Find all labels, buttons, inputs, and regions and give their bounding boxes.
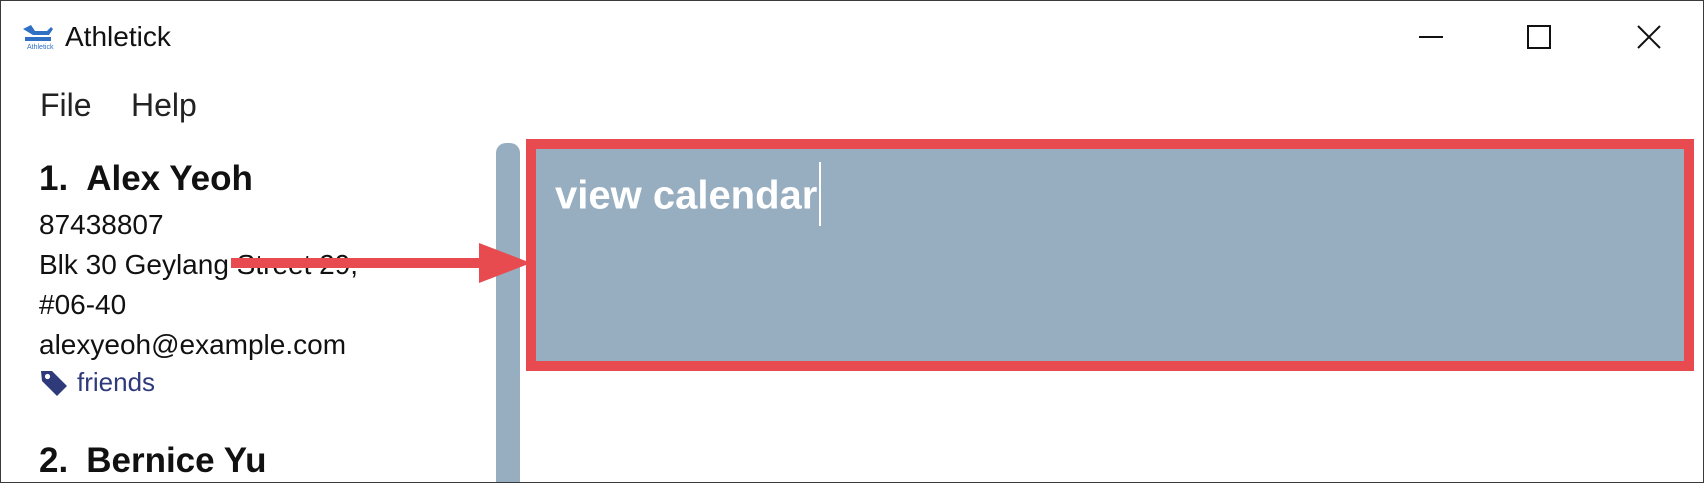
app-window: Athletick Athletick File Help 1. Alex Ye… <box>0 0 1704 483</box>
person-card[interactable]: 2. Bernice Yu <box>39 441 479 481</box>
close-icon <box>1637 25 1661 49</box>
person-index: 2. <box>39 441 69 480</box>
minimize-icon <box>1419 36 1443 38</box>
person-list[interactable]: 1. Alex Yeoh 87438807 Blk 30 Geylang Stre… <box>1 141 491 482</box>
tag-icon <box>41 370 67 396</box>
list-scrollbar[interactable] <box>496 143 520 482</box>
person-phone: 87438807 <box>39 209 164 240</box>
result-text: view calendar <box>555 162 822 230</box>
menu-help[interactable]: Help <box>131 87 197 124</box>
person-index: 1. <box>39 159 69 198</box>
close-button[interactable] <box>1619 13 1679 61</box>
person-email: alexyeoh@example.com <box>39 329 347 360</box>
title-bar: Athletick Athletick <box>1 1 1703 75</box>
text-caret <box>819 162 822 226</box>
tag-row: friends <box>39 367 479 398</box>
person-name-row: 1. Alex Yeoh <box>39 159 479 199</box>
annotation-arrow-icon <box>231 243 531 283</box>
result-text-value: view calendar <box>555 173 818 218</box>
minimize-button[interactable] <box>1401 13 1461 61</box>
person-name: Bernice Yu <box>86 441 267 480</box>
maximize-icon <box>1527 25 1551 49</box>
athletick-logo-icon: Athletick <box>23 25 54 51</box>
svg-text:Athletick: Athletick <box>27 44 54 51</box>
result-display: view calendar <box>526 139 1694 371</box>
window-title: Athletick <box>65 21 171 52</box>
person-name-row: 2. Bernice Yu <box>39 441 479 481</box>
person-name: Alex Yeoh <box>86 159 253 198</box>
maximize-button[interactable] <box>1509 13 1569 61</box>
menu-bar: File Help <box>1 81 1703 131</box>
menu-file[interactable]: File <box>40 87 92 124</box>
tag-label: friends <box>77 367 156 397</box>
person-address-line2: #06-40 <box>39 289 127 320</box>
